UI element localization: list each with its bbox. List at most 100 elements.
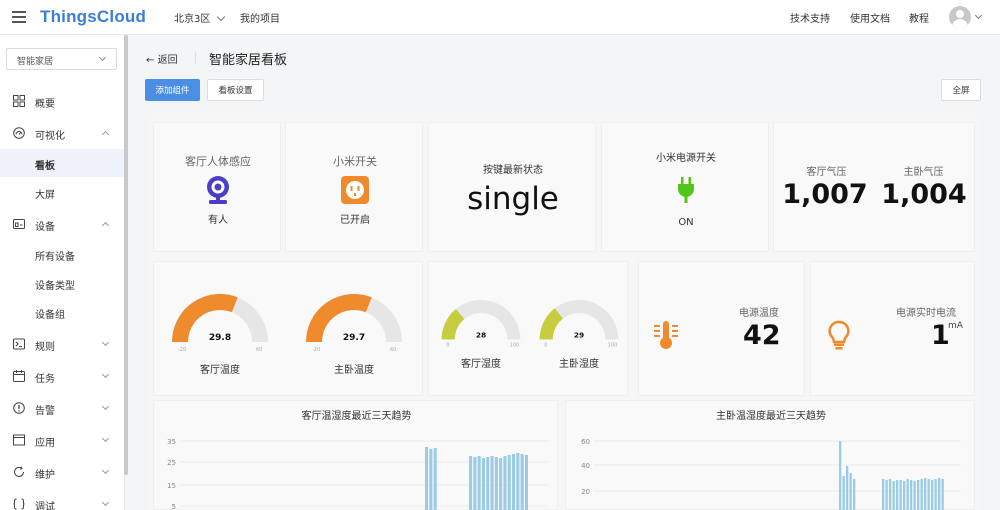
trend-bar <box>839 441 842 510</box>
widget-power-current[interactable]: 电源实时电流 1 mA <box>810 261 975 396</box>
widget-power-temperature[interactable]: 电源温度 42 <box>638 261 805 396</box>
switch-status: 已开启 <box>340 215 370 226</box>
widget-switch[interactable]: 小米开关 已开启 <box>285 122 423 252</box>
sidebar-item-label: 维护 <box>35 470 55 481</box>
sidebar-item-label: 调试 <box>35 502 55 510</box>
back-link[interactable]: ← 返回 <box>146 51 178 66</box>
trend-bar <box>846 466 849 510</box>
sidebar-item-alerts[interactable]: 告警 <box>0 395 124 421</box>
y-tick-label: 20 <box>581 488 590 496</box>
window-icon <box>13 434 25 446</box>
braces-icon <box>13 498 25 510</box>
sidebar-item-devices[interactable]: 设备 <box>0 211 124 237</box>
sidebar-item-all-devices[interactable]: 所有设备 <box>0 240 124 268</box>
sidebar-item-maintenance[interactable]: 维护 <box>0 459 124 485</box>
grid-icon <box>13 95 25 107</box>
widget-temperature-gauges[interactable]: 29.8 -20 60 客厅温度 29.7 -20 60 主卧温度 <box>153 261 423 396</box>
sidebar-item-label: 设备 <box>35 222 55 233</box>
gauge-value: 28 <box>476 330 486 339</box>
tech-support-link[interactable]: 技术支持 <box>790 10 830 25</box>
widget-motion[interactable]: 客厅人体感应 有人 <box>153 122 281 252</box>
trend-bar <box>885 480 888 510</box>
gauge-value: 29.8 <box>209 333 231 343</box>
sidebar-item-debug[interactable]: 调试 <box>0 491 124 510</box>
sidebar-item-apps[interactable]: 应用 <box>0 427 124 453</box>
trend-bar <box>490 456 494 510</box>
trend-bar <box>433 448 437 510</box>
sidebar-item-label: 所有设备 <box>35 252 75 263</box>
widget-button-state[interactable]: 按键最新状态 single <box>428 122 596 252</box>
power-current-value: 1 <box>931 320 950 351</box>
y-tick-label: 40 <box>581 462 590 470</box>
chevron-down-icon <box>101 434 110 443</box>
trend-bar <box>477 456 481 510</box>
trend-bar <box>507 455 511 510</box>
chart-master-trend[interactable]: 主卧温湿度最近三天趋势 60 40 20 <box>565 400 975 510</box>
add-widget-button[interactable]: 添加组件 <box>145 79 200 101</box>
trend-bar <box>892 481 895 510</box>
y-tick-label: 60 <box>581 438 590 446</box>
chevron-down-icon <box>101 402 110 411</box>
avatar[interactable] <box>949 6 971 28</box>
chart-living-trend[interactable]: 客厅温湿度最近三天趋势 35 25 15 5 <box>153 400 558 510</box>
sidebar-item-visualization[interactable]: 可视化 <box>0 120 124 146</box>
sidebar-item-device-groups[interactable]: 设备组 <box>0 298 124 326</box>
sidebar-item-rules[interactable]: 规则 <box>0 331 124 357</box>
page-title: 智能家居看板 <box>209 53 288 68</box>
widget-humidity-gauges[interactable]: 28 0 100 客厅湿度 29 0 100 主卧湿度 <box>428 261 628 396</box>
gauge-temp-living: 29.8 -20 60 <box>172 294 268 353</box>
sidebar-scrollbar[interactable] <box>124 35 128 475</box>
project-select[interactable]: 智能家居 <box>6 48 117 70</box>
gauge-max: 60 <box>390 347 396 353</box>
sidebar-item-board[interactable]: 看板 <box>0 149 124 177</box>
my-project-link[interactable]: 我的项目 <box>240 10 280 25</box>
trend-bar <box>520 454 524 510</box>
gauge-value: 29.7 <box>343 333 365 343</box>
pressure-master-title: 主卧气压 <box>903 167 944 178</box>
menu-icon[interactable] <box>12 11 26 23</box>
widget-title: 电源实时电流 <box>896 308 956 319</box>
chart-master-plot: 60 40 20 <box>581 438 961 510</box>
sidebar-item-tasks[interactable]: 任务 <box>0 363 124 389</box>
sidebar-item-bigscreen[interactable]: 大屏 <box>0 178 124 206</box>
gauge-fill <box>539 308 564 340</box>
sidebar-item-label: 设备类型 <box>35 281 75 292</box>
widget-pressure[interactable]: 客厅气压 1,007 主卧气压 1,004 <box>773 122 975 252</box>
back-label: 返回 <box>157 55 178 66</box>
sidebar-item-overview[interactable]: 概要 <box>0 88 124 114</box>
widget-power-switch[interactable]: 小米电源开关 ON <box>601 122 769 252</box>
widget-title: 按键最新状态 <box>483 165 543 176</box>
y-tick-label: 15 <box>167 482 176 490</box>
fullscreen-button[interactable]: 全屏 <box>941 79 981 101</box>
chevron-down-icon[interactable] <box>974 11 983 20</box>
trend-bar <box>934 479 937 510</box>
motion-status: 有人 <box>208 215 228 226</box>
y-tick-label: 5 <box>172 503 176 510</box>
widget-title: 小米电源开关 <box>656 153 716 164</box>
docs-link[interactable]: 使用文档 <box>850 10 890 25</box>
logo[interactable]: ThingsCloud <box>40 7 146 27</box>
trend-bar <box>425 447 429 510</box>
board-settings-button[interactable]: 看板设置 <box>207 79 264 101</box>
trend-bar <box>499 458 503 510</box>
sidebar-item-label: 任务 <box>35 374 55 385</box>
sidebar-item-label: 应用 <box>35 438 55 449</box>
trend-bar <box>931 480 934 510</box>
trend-bar <box>503 456 507 510</box>
gauge-min: -20 <box>312 347 320 353</box>
trend-bar <box>516 453 520 510</box>
power-temp-value: 42 <box>743 320 781 351</box>
trend-bar <box>938 478 941 510</box>
trend-bar <box>429 449 433 510</box>
sidebar-item-label: 告警 <box>35 406 55 417</box>
gauge-hum-living: 28 0 100 <box>441 300 521 349</box>
sidebar-item-device-types[interactable]: 设备类型 <box>0 269 124 297</box>
region-selector[interactable]: 北京3区 <box>174 10 226 25</box>
trend-bar <box>512 454 516 510</box>
trend-bar <box>917 480 920 510</box>
trend-bar <box>494 457 498 510</box>
trend-bar <box>903 481 906 510</box>
chevron-up-icon <box>101 221 110 230</box>
tutorial-link[interactable]: 教程 <box>909 10 929 25</box>
trend-bar <box>486 457 490 510</box>
